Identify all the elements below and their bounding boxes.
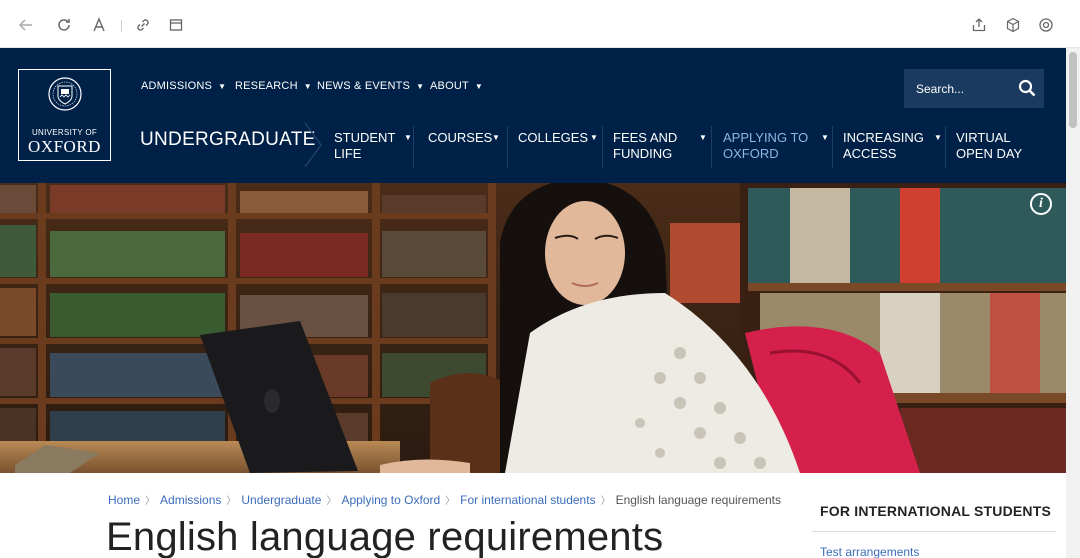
top-nav-label: ABOUT: [430, 80, 469, 92]
sidebar-link-test-arrangements[interactable]: Test arrangements: [820, 545, 919, 558]
caret-down-icon: ▼: [821, 133, 829, 142]
main-nav-label: COURSES: [428, 130, 493, 145]
page-title: English language requirements: [106, 515, 664, 558]
main-nav-label: INCREASING: [843, 130, 924, 145]
sidebar-divider: [812, 531, 1056, 532]
main-nav-student-life[interactable]: STUDENT LIFE ▼: [334, 130, 412, 162]
nav-divider: [832, 126, 833, 168]
main-nav-label: ACCESS: [843, 146, 897, 161]
main-nav-label: STUDENT: [334, 130, 396, 145]
main-nav-label: FUNDING: [613, 146, 673, 161]
toolbar-divider: [121, 20, 122, 32]
settings-circle-icon[interactable]: [1037, 16, 1055, 34]
breadcrumb-chevron-icon: 〉: [326, 496, 337, 507]
main-nav-label: OPEN DAY: [956, 146, 1023, 161]
breadcrumb-admissions[interactable]: Admissions: [160, 493, 221, 507]
top-nav-news-events[interactable]: NEWS & EVENTS ▼: [317, 80, 424, 92]
image-info-icon[interactable]: i: [1030, 193, 1052, 215]
main-nav-label: FEES AND: [613, 130, 678, 145]
oxford-site: UNIVERSITY OF OXFORD ADMISSIONS ▼ RESEARC…: [0, 48, 1066, 558]
caret-down-icon: ▼: [699, 133, 707, 142]
main-content: Home 〉 Admissions 〉 Undergraduate 〉 Applying t…: [86, 473, 800, 558]
main-nav-courses[interactable]: COURSES ▼: [428, 130, 500, 146]
caret-down-icon: ▼: [218, 82, 227, 91]
nav-divider: [507, 126, 508, 168]
logo-line-1: UNIVERSITY OF: [31, 128, 98, 137]
caret-down-icon: ▼: [474, 82, 484, 91]
search-icon[interactable]: [1018, 79, 1036, 97]
caret-down-icon: ▼: [404, 133, 412, 142]
breadcrumb-chevron-icon: 〉: [226, 496, 237, 507]
caret-down-icon: ▼: [934, 133, 942, 142]
breadcrumb-current: English language requirements: [615, 493, 782, 507]
cube-icon[interactable]: [1004, 16, 1022, 34]
top-nav-about[interactable]: ABOUT ▼: [430, 80, 483, 92]
nav-divider: [413, 126, 414, 168]
hero-image: [0, 183, 1066, 473]
reader-font-icon[interactable]: [90, 16, 108, 34]
caret-down-icon: ▼: [416, 82, 425, 91]
library-student-photo: [0, 183, 1066, 473]
main-nav-increasing-access[interactable]: INCREASING ACCESS ▼: [843, 130, 942, 162]
main-nav-virtual-open-day[interactable]: VIRTUAL OPEN DAY: [956, 130, 1022, 162]
nav-divider: [945, 126, 946, 168]
section-title[interactable]: UNDERGRADUATE: [140, 129, 316, 151]
main-nav-fees-funding[interactable]: FEES AND FUNDING ▼: [613, 130, 707, 162]
nav-divider: [602, 126, 603, 168]
main-nav-label: COLLEGES: [518, 130, 589, 145]
main-nav-applying-to-oxford[interactable]: APPLYING TO OXFORD ▼: [723, 130, 829, 162]
breadcrumb-undergraduate[interactable]: Undergraduate: [241, 493, 321, 507]
breadcrumb-international-students[interactable]: For international students: [460, 493, 595, 507]
site-header: UNIVERSITY OF OXFORD ADMISSIONS ▼ RESEARC…: [0, 48, 1066, 183]
breadcrumb-applying-to-oxford[interactable]: Applying to Oxford: [341, 493, 440, 507]
main-nav-label: LIFE: [334, 146, 362, 161]
link-icon[interactable]: [134, 16, 152, 34]
caret-down-icon: ▼: [492, 133, 500, 142]
top-nav-label: NEWS & EVENTS: [317, 80, 411, 92]
sidebar-title: FOR INTERNATIONAL STUDENTS: [820, 503, 1052, 519]
back-arrow-icon[interactable]: [17, 16, 35, 34]
main-nav-label: APPLYING TO: [723, 130, 809, 145]
section-chevron-divider: [304, 123, 322, 167]
breadcrumb-chevron-icon: 〉: [145, 496, 156, 507]
scrollbar-thumb[interactable]: [1069, 52, 1077, 128]
breadcrumb-chevron-icon: 〉: [600, 496, 611, 507]
main-nav-label: OXFORD: [723, 146, 779, 161]
calendar-icon[interactable]: [167, 16, 185, 34]
caret-down-icon: ▼: [303, 82, 312, 91]
top-nav-admissions[interactable]: ADMISSIONS ▼: [141, 80, 226, 92]
top-nav-label: RESEARCH: [235, 80, 298, 92]
breadcrumb-chevron-icon: 〉: [445, 496, 456, 507]
sidebar: FOR INTERNATIONAL STUDENTS Test arrangem…: [800, 473, 1066, 558]
main-nav-colleges[interactable]: COLLEGES ▼: [518, 130, 598, 146]
top-nav-label: ADMISSIONS: [141, 80, 213, 92]
oxford-crest-icon: [48, 77, 82, 111]
logo-line-2: OXFORD: [28, 137, 101, 156]
top-nav-research[interactable]: RESEARCH ▼: [235, 80, 312, 92]
nav-divider: [711, 126, 712, 168]
search-box[interactable]: Search...: [904, 69, 1044, 108]
page-scrollbar[interactable]: [1066, 48, 1080, 558]
breadcrumb: Home 〉 Admissions 〉 Undergraduate 〉 Applying t…: [108, 492, 781, 507]
main-nav-label: VIRTUAL: [956, 130, 1011, 145]
breadcrumb-home[interactable]: Home: [108, 493, 140, 507]
browser-toolbar: [0, 0, 1080, 48]
caret-down-icon: ▼: [590, 133, 598, 142]
search-input[interactable]: Search...: [916, 82, 964, 96]
oxford-logo[interactable]: UNIVERSITY OF OXFORD: [18, 69, 111, 161]
refresh-icon[interactable]: [55, 16, 73, 34]
share-icon[interactable]: [970, 16, 988, 34]
